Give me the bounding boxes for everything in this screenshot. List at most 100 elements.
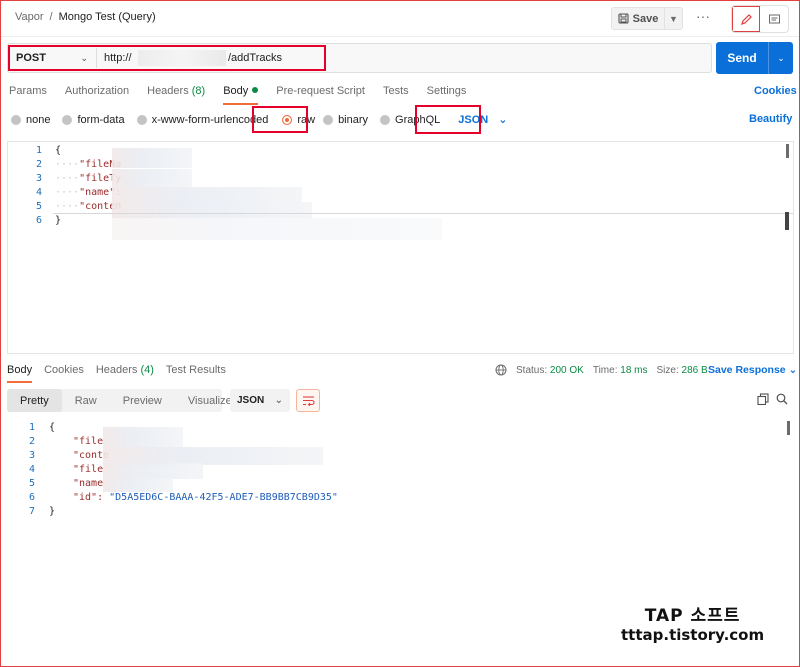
response-toolbar: Pretty Raw Preview Visualize JSON ⌄ xyxy=(7,389,320,412)
status-field: Status: 200 OK xyxy=(516,365,584,376)
wrap-lines-button[interactable] xyxy=(296,389,320,412)
redacted-value xyxy=(112,187,302,203)
cookies-link[interactable]: Cookies xyxy=(754,85,797,97)
text-cursor-marker xyxy=(785,212,789,230)
search-icon[interactable] xyxy=(776,393,788,405)
line-number: 2 xyxy=(28,436,35,447)
json-key: "file xyxy=(73,464,104,475)
tab-authorization[interactable]: Authorization xyxy=(65,85,129,103)
indent-dots: ···· xyxy=(55,201,80,212)
tab-prerequest-script[interactable]: Pre-request Script xyxy=(276,85,365,103)
globe-icon[interactable] xyxy=(495,364,507,376)
top-bar: Vapor / Mongo Test (Query) Save ▼ ··· xyxy=(1,1,799,37)
breadcrumb-collection[interactable]: Vapor xyxy=(15,11,44,23)
body-type-form-data[interactable]: form-data xyxy=(62,113,125,126)
pencil-icon xyxy=(740,13,752,25)
save-response-button[interactable]: Save Response ⌄ xyxy=(708,364,797,376)
body-type-none-label: none xyxy=(26,113,51,126)
response-status-bar: Status: 200 OK Time: 18 ms Size: 286 B xyxy=(495,364,708,376)
response-format-group: Pretty Raw Preview Visualize xyxy=(7,389,232,412)
chevron-down-icon: ▼ xyxy=(669,13,678,24)
response-language-select[interactable]: JSON ⌄ xyxy=(230,389,290,412)
copy-icon[interactable] xyxy=(757,393,769,405)
save-response-label: Save Response xyxy=(708,364,786,376)
body-type-none[interactable]: none xyxy=(11,114,50,126)
request-title[interactable]: Mongo Test (Query) xyxy=(59,11,156,23)
send-options-button[interactable]: ⌄ xyxy=(768,42,793,74)
tab-headers[interactable]: Headers (8) xyxy=(147,85,205,103)
indent-dots: ···· xyxy=(55,173,80,184)
line-number: 6 xyxy=(35,215,42,226)
beautify-link[interactable]: Beautify xyxy=(749,113,792,125)
close-brace: } xyxy=(55,215,62,226)
redacted-value xyxy=(112,218,442,240)
chevron-down-icon: ⌄ xyxy=(498,114,508,126)
response-tab-test-results[interactable]: Test Results xyxy=(166,364,226,376)
raw-highlight-box xyxy=(252,106,308,133)
status-value[interactable]: 200 OK xyxy=(550,365,584,376)
response-tab-cookies[interactable]: Cookies xyxy=(44,364,84,376)
save-button[interactable]: Save xyxy=(611,7,665,30)
open-brace: { xyxy=(49,422,56,433)
redacted-value xyxy=(103,463,203,479)
right-panel-toggle xyxy=(731,5,789,33)
json-value-id: "D5A5ED6C-BAAA-42F5-ADE7-BB9BB7CB9D35" xyxy=(109,492,338,503)
documentation-toggle-button[interactable] xyxy=(760,6,788,32)
save-icon xyxy=(618,13,629,24)
postman-window: Vapor / Mongo Test (Query) Save ▼ ··· PO… xyxy=(0,0,800,667)
comment-icon xyxy=(768,14,780,23)
response-tab-body[interactable]: Body xyxy=(7,364,33,383)
radio-icon xyxy=(323,114,334,125)
send-button[interactable]: Send xyxy=(716,42,768,74)
format-preview-button[interactable]: Preview xyxy=(110,389,175,412)
response-body-viewer[interactable]: 1 2 3 4 5 6 7 { "file "conte "file "name… xyxy=(7,419,794,529)
breadcrumb: Vapor / Mongo Test (Query) xyxy=(15,11,156,23)
line-number: 3 xyxy=(35,173,42,184)
save-options-button[interactable]: ▼ xyxy=(665,7,683,30)
tab-tests[interactable]: Tests xyxy=(383,85,409,103)
send-group: Send ⌄ xyxy=(716,42,793,74)
save-group: Save ▼ xyxy=(611,7,683,30)
watermark-title: TAP 소프트 xyxy=(644,606,741,626)
size-label: Size: xyxy=(656,364,679,376)
tab-body[interactable]: Body xyxy=(223,85,259,105)
watermark-url: tttap.tistory.com xyxy=(621,626,765,644)
size-value[interactable]: 286 B xyxy=(682,365,708,376)
edit-toggle-button[interactable] xyxy=(732,6,760,32)
response-language-label: JSON xyxy=(237,395,265,406)
line-number: 3 xyxy=(28,450,35,461)
json-highlight-box xyxy=(415,105,481,134)
body-indicator-dot xyxy=(252,87,259,93)
scrollbar-thumb[interactable] xyxy=(787,421,790,435)
more-actions-button[interactable]: ··· xyxy=(693,8,713,28)
redacted-value xyxy=(112,202,312,218)
response-tab-headers[interactable]: Headers (4) xyxy=(96,364,154,376)
tab-params[interactable]: Params xyxy=(9,85,47,103)
breadcrumb-separator: / xyxy=(49,11,53,23)
scrollbar-thumb[interactable] xyxy=(786,144,789,158)
tab-settings[interactable]: Settings xyxy=(427,85,467,103)
radio-icon xyxy=(62,114,73,125)
time-label: Time: xyxy=(592,364,618,376)
body-type-urlencoded-label: x-www-form-urlencoded xyxy=(151,113,269,126)
radio-icon xyxy=(136,114,147,125)
format-raw-button[interactable]: Raw xyxy=(62,389,110,412)
body-type-form-data-label: form-data xyxy=(77,113,125,126)
format-pretty-button[interactable]: Pretty xyxy=(7,389,62,412)
line-number: 1 xyxy=(35,145,42,156)
line-number: 5 xyxy=(28,478,35,489)
json-key: "file xyxy=(73,436,104,447)
body-type-urlencoded[interactable]: x-www-form-urlencoded xyxy=(136,113,269,126)
request-body-editor[interactable]: 1 2 3 4 5 6 { ····"fileNa ····"fileTy ··… xyxy=(7,141,794,354)
body-type-binary[interactable]: binary xyxy=(323,114,368,126)
tab-body-label: Body xyxy=(223,85,249,97)
response-tabs: Body Cookies Headers (4) Test Results xyxy=(7,364,238,383)
watermark: TAP 소프트 tttap.tistory.com xyxy=(621,601,764,644)
time-value[interactable]: 18 ms xyxy=(620,365,647,376)
redacted-value xyxy=(103,427,183,447)
line-number: 2 xyxy=(35,159,42,170)
request-tabs: Params Authorization Headers (8) Body Pr… xyxy=(9,85,484,105)
redacted-value xyxy=(103,478,173,492)
active-line-indicator xyxy=(53,213,793,214)
line-number: 5 xyxy=(35,201,42,212)
